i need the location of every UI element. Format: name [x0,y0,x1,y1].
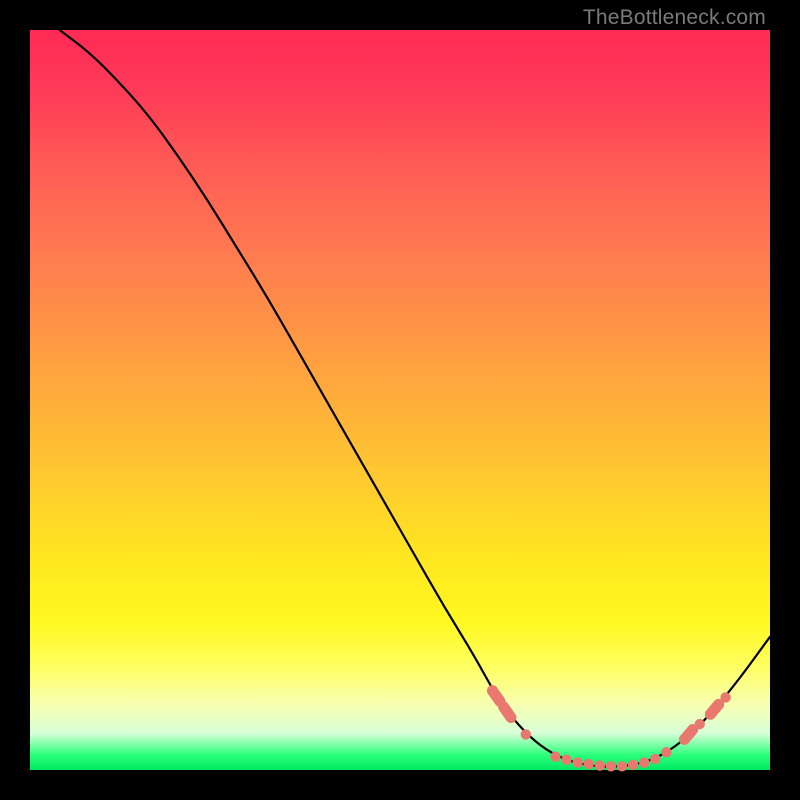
chart-marker [661,747,671,757]
chart-marker [650,754,660,764]
chart-marker [628,760,638,770]
watermark-text: TheBottleneck.com [583,6,766,30]
chart-marker [572,757,582,767]
chart-marker [720,692,730,702]
chart-marker [550,751,560,761]
chart-frame [30,30,770,770]
chart-marker [584,759,594,769]
chart-marker [695,719,705,729]
chart-marker [606,761,616,771]
chart-marker [595,760,605,770]
series-line [60,30,770,767]
chart-marker [639,757,649,767]
chart-marker [617,761,627,771]
chart-marker [521,729,531,739]
chart-svg [30,30,770,770]
chart-marker [561,754,571,764]
